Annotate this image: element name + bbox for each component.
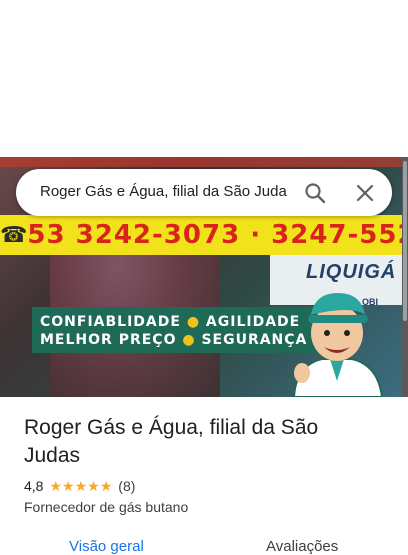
slogan-reliability: CONFIABLIDADE: [40, 314, 181, 330]
search-bar[interactable]: Roger Gás e Água, filial da São Juda: [16, 169, 392, 216]
banner-top-edge: [0, 157, 402, 167]
tab-overview[interactable]: Visão geral: [69, 538, 144, 555]
search-icon[interactable]: [303, 181, 327, 205]
brand-logo-text: LIQUIGÁ: [306, 261, 397, 283]
star-icon: ★: [62, 478, 75, 494]
rating-stars: ★ ★ ★ ★ ★: [49, 479, 112, 493]
mascot-illustration: [292, 293, 384, 397]
scrollbar-thumb[interactable]: [403, 161, 407, 321]
phone-banner: ☎ 53 3242-3073 · 3247-5521: [0, 215, 402, 255]
tab-reviews[interactable]: Avaliações: [266, 538, 338, 555]
rating-value: 4,8: [24, 478, 44, 494]
search-input[interactable]: Roger Gás e Água, filial da São Juda: [40, 183, 298, 200]
slogan-line-1: CONFIABLIDADE ● AGILIDADE: [40, 314, 300, 330]
slogan-line-2: MELHOR PREÇO ● SEGURANÇA: [40, 332, 307, 348]
star-icon: ★: [74, 478, 88, 494]
star-icon: ★: [99, 478, 113, 494]
review-count-link[interactable]: (8): [118, 478, 135, 494]
star-icon: ★: [87, 478, 100, 494]
slogan-best-price: MELHOR PREÇO: [40, 332, 177, 348]
place-category[interactable]: Fornecedor de gás butano: [24, 499, 188, 515]
blank-header-area: [0, 0, 408, 157]
phone-numbers: 53 3242-3073 · 3247-5521: [27, 220, 402, 250]
star-icon: ★: [49, 478, 63, 494]
scrollbar[interactable]: [402, 157, 408, 397]
slogan-dot: ●: [182, 332, 196, 348]
close-icon[interactable]: [353, 181, 377, 205]
slogan-dot: ●: [186, 314, 201, 330]
telephone-icon: ☎: [0, 222, 28, 247]
rating-row: 4,8 ★ ★ ★ ★ ★ (8): [24, 478, 135, 494]
place-title: Roger Gás e Água, filial da São Judas: [24, 416, 319, 467]
